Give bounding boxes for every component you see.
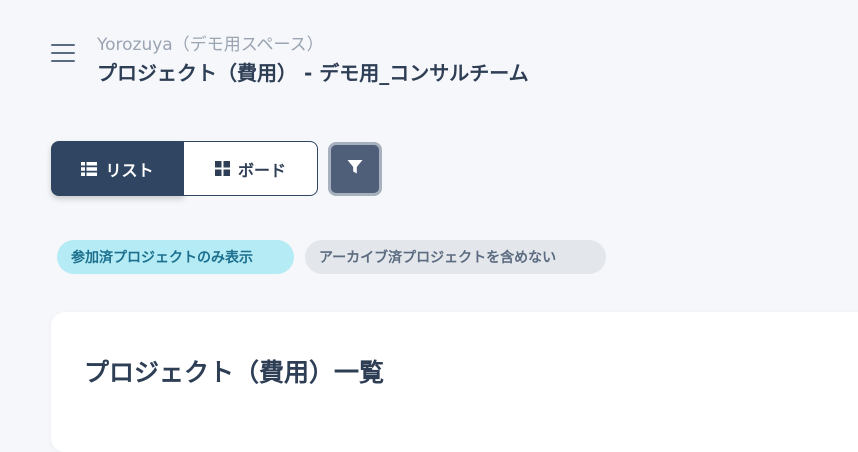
board-view-button[interactable]: ボード bbox=[184, 141, 318, 196]
filter-chip-exclude-archived[interactable]: アーカイブ済プロジェクトを含めない bbox=[305, 240, 606, 274]
project-list-card: プロジェクト（費用）一覧 bbox=[51, 312, 858, 452]
list-view-label: リスト bbox=[105, 160, 154, 180]
filter-icon bbox=[347, 159, 363, 179]
filter-chip-joined-only[interactable]: 参加済プロジェクトのみ表示 bbox=[57, 240, 294, 274]
grid-icon bbox=[214, 161, 230, 176]
filter-button[interactable] bbox=[328, 142, 382, 196]
page-title: プロジェクト（費用） - デモ用_コンサルチーム bbox=[97, 61, 529, 85]
list-view-button[interactable]: リスト bbox=[51, 141, 184, 196]
card-title: プロジェクト（費用）一覧 bbox=[84, 358, 385, 387]
list-icon bbox=[81, 161, 98, 176]
view-toggle: リスト ボード bbox=[51, 141, 318, 198]
board-view-label: ボード bbox=[237, 160, 286, 180]
space-name: Yorozuya（デモ用スペース） bbox=[97, 35, 324, 55]
hamburger-menu-icon[interactable] bbox=[51, 44, 75, 62]
